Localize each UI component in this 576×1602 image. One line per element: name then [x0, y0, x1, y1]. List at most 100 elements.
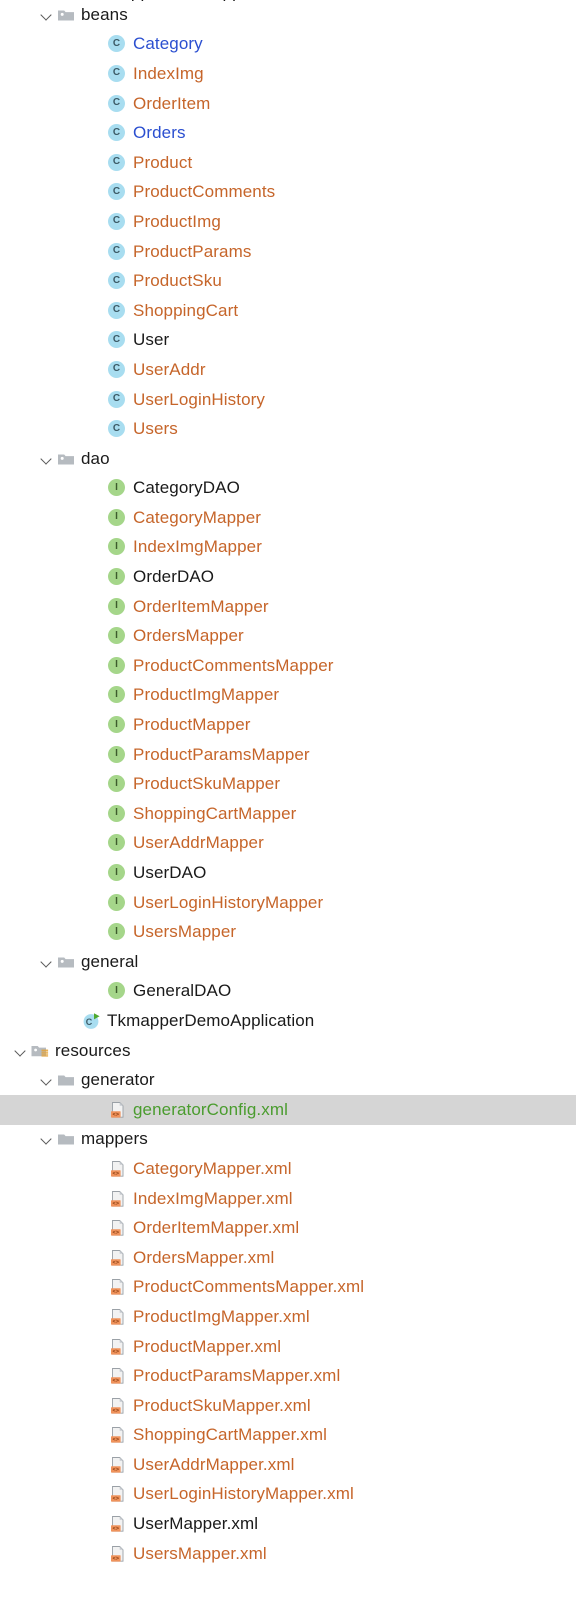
clipped-row-label: TkmapperDemoApplication [88, 0, 295, 1]
tree-row[interactable]: <> ProductParamsMapper.xml [0, 1361, 576, 1391]
tree-row[interactable]: I ProductMapper [0, 710, 576, 740]
tree-row[interactable]: <> OrdersMapper.xml [0, 1243, 576, 1273]
tree-row[interactable]: C OrderItem [0, 89, 576, 119]
twisty-placeholder [90, 1219, 108, 1237]
twisty-placeholder [90, 982, 108, 1000]
chevron-down-icon[interactable] [38, 450, 56, 468]
tree-row[interactable]: C ProductParams [0, 237, 576, 267]
tree-row[interactable]: I ProductCommentsMapper [0, 651, 576, 681]
tree-row[interactable]: I ProductParamsMapper [0, 740, 576, 770]
tree-row[interactable]: C IndexImg [0, 59, 576, 89]
tree-row[interactable]: I CategoryMapper [0, 503, 576, 533]
tree-row[interactable]: <> UserMapper.xml [0, 1509, 576, 1539]
tree-row-label: generatorConfig.xml [133, 1099, 288, 1119]
tree-row[interactable]: I OrderItemMapper [0, 592, 576, 622]
twisty-placeholder [90, 95, 108, 113]
tree-row[interactable]: I UserAddrMapper [0, 829, 576, 859]
twisty-placeholder [90, 864, 108, 882]
tree-row[interactable]: C ProductComments [0, 178, 576, 208]
tree-row[interactable]: <> IndexImgMapper.xml [0, 1184, 576, 1214]
class-icon: C [108, 34, 128, 54]
tree-row-label: CategoryDAO [133, 478, 240, 498]
svg-text:<>: <> [113, 1201, 120, 1207]
tree-row[interactable]: mappers [0, 1125, 576, 1155]
chevron-down-icon[interactable] [12, 1042, 30, 1060]
tree-row[interactable]: I GeneralDAO [0, 977, 576, 1007]
tree-row[interactable]: <> CategoryMapper.xml [0, 1154, 576, 1184]
tree-row[interactable]: I UserLoginHistoryMapper [0, 888, 576, 918]
project-tree[interactable]: beans C Category C IndexImg C OrderItem C Orders… [0, 0, 576, 1568]
tree-row[interactable]: C UserAddr [0, 355, 576, 385]
tree-row[interactable]: <> ShoppingCartMapper.xml [0, 1421, 576, 1451]
tree-row-label: ProductParamsMapper [133, 744, 310, 764]
tree-row[interactable]: generator [0, 1065, 576, 1095]
twisty-placeholder [90, 183, 108, 201]
twisty-placeholder [90, 302, 108, 320]
tree-row[interactable]: beans [0, 0, 576, 30]
svg-text:C: C [86, 1017, 93, 1027]
tree-row-label: GeneralDAO [133, 981, 232, 1001]
class-icon: C [108, 182, 128, 202]
tree-row[interactable]: C User [0, 326, 576, 356]
tree-row-selected[interactable]: <> generatorConfig.xml [0, 1094, 576, 1125]
tree-row[interactable]: I OrderDAO [0, 562, 576, 592]
interface-icon: I [108, 715, 128, 735]
tree-row[interactable]: <> UsersMapper.xml [0, 1539, 576, 1569]
tree-row-label: ProductParamsMapper.xml [133, 1366, 341, 1386]
tree-row[interactable]: <> UserLoginHistoryMapper.xml [0, 1480, 576, 1510]
tree-row-label: UserLoginHistoryMapper [133, 892, 324, 912]
tree-row[interactable]: <> ProductCommentsMapper.xml [0, 1273, 576, 1303]
tree-row[interactable]: resources [0, 1036, 576, 1066]
tree-row[interactable]: C UserLoginHistory [0, 385, 576, 415]
twisty-placeholder [64, 1012, 82, 1030]
svg-text:<>: <> [113, 1112, 120, 1118]
tree-row[interactable]: C Category [0, 30, 576, 60]
tree-row-label: ShoppingCartMapper.xml [133, 1425, 328, 1445]
tree-row[interactable]: <> ProductImgMapper.xml [0, 1302, 576, 1332]
tree-row[interactable]: <> UserAddrMapper.xml [0, 1450, 576, 1480]
tree-row[interactable]: I CategoryDAO [0, 474, 576, 504]
interface-icon: I [108, 656, 128, 676]
chevron-down-icon[interactable] [38, 1071, 56, 1089]
tree-row[interactable]: C ProductImg [0, 207, 576, 237]
twisty-placeholder [90, 65, 108, 83]
tree-row-label: OrderItem [133, 93, 211, 113]
runnable-class-icon: C [82, 1011, 102, 1031]
interface-icon: I [108, 478, 128, 498]
tree-row-label: ProductImgMapper [133, 685, 280, 705]
tree-row[interactable]: I ProductImgMapper [0, 681, 576, 711]
svg-text:<>: <> [113, 1497, 120, 1503]
chevron-down-icon[interactable] [38, 6, 56, 24]
chevron-down-icon[interactable] [38, 1130, 56, 1148]
svg-text:<>: <> [113, 1408, 120, 1414]
tree-row[interactable]: C ProductSku [0, 266, 576, 296]
tree-row[interactable]: I IndexImgMapper [0, 533, 576, 563]
tree-row[interactable]: C Orders [0, 118, 576, 148]
tree-row[interactable]: <> ProductSkuMapper.xml [0, 1391, 576, 1421]
tree-row[interactable]: I UserDAO [0, 858, 576, 888]
tree-row[interactable]: I ShoppingCartMapper [0, 799, 576, 829]
tree-row[interactable]: C ShoppingCart [0, 296, 576, 326]
svg-text:<>: <> [113, 1260, 120, 1266]
resources-folder-icon [30, 1041, 50, 1061]
tree-row[interactable]: C Product [0, 148, 576, 178]
tree-row[interactable]: general [0, 947, 576, 977]
twisty-placeholder [90, 1101, 108, 1119]
class-icon: C [108, 390, 128, 410]
tree-row[interactable]: <> ProductMapper.xml [0, 1332, 576, 1362]
tree-row[interactable]: <> OrderItemMapper.xml [0, 1213, 576, 1243]
tree-row-label: UsersMapper.xml [133, 1543, 267, 1563]
twisty-placeholder [90, 1426, 108, 1444]
tree-row[interactable]: C Users [0, 414, 576, 444]
tree-row-label: ProductMapper.xml [133, 1336, 282, 1356]
chevron-down-icon[interactable] [38, 953, 56, 971]
tree-row[interactable]: C TkmapperDemoApplication [0, 1006, 576, 1036]
tree-row[interactable]: I UsersMapper [0, 917, 576, 947]
interface-icon: I [108, 685, 128, 705]
tree-row[interactable]: dao [0, 444, 576, 474]
class-icon: C [108, 301, 128, 321]
class-icon: C [108, 64, 128, 84]
tree-row[interactable]: I ProductSkuMapper [0, 769, 576, 799]
tree-row[interactable]: I OrdersMapper [0, 621, 576, 651]
xml-file-icon: <> [108, 1514, 128, 1534]
